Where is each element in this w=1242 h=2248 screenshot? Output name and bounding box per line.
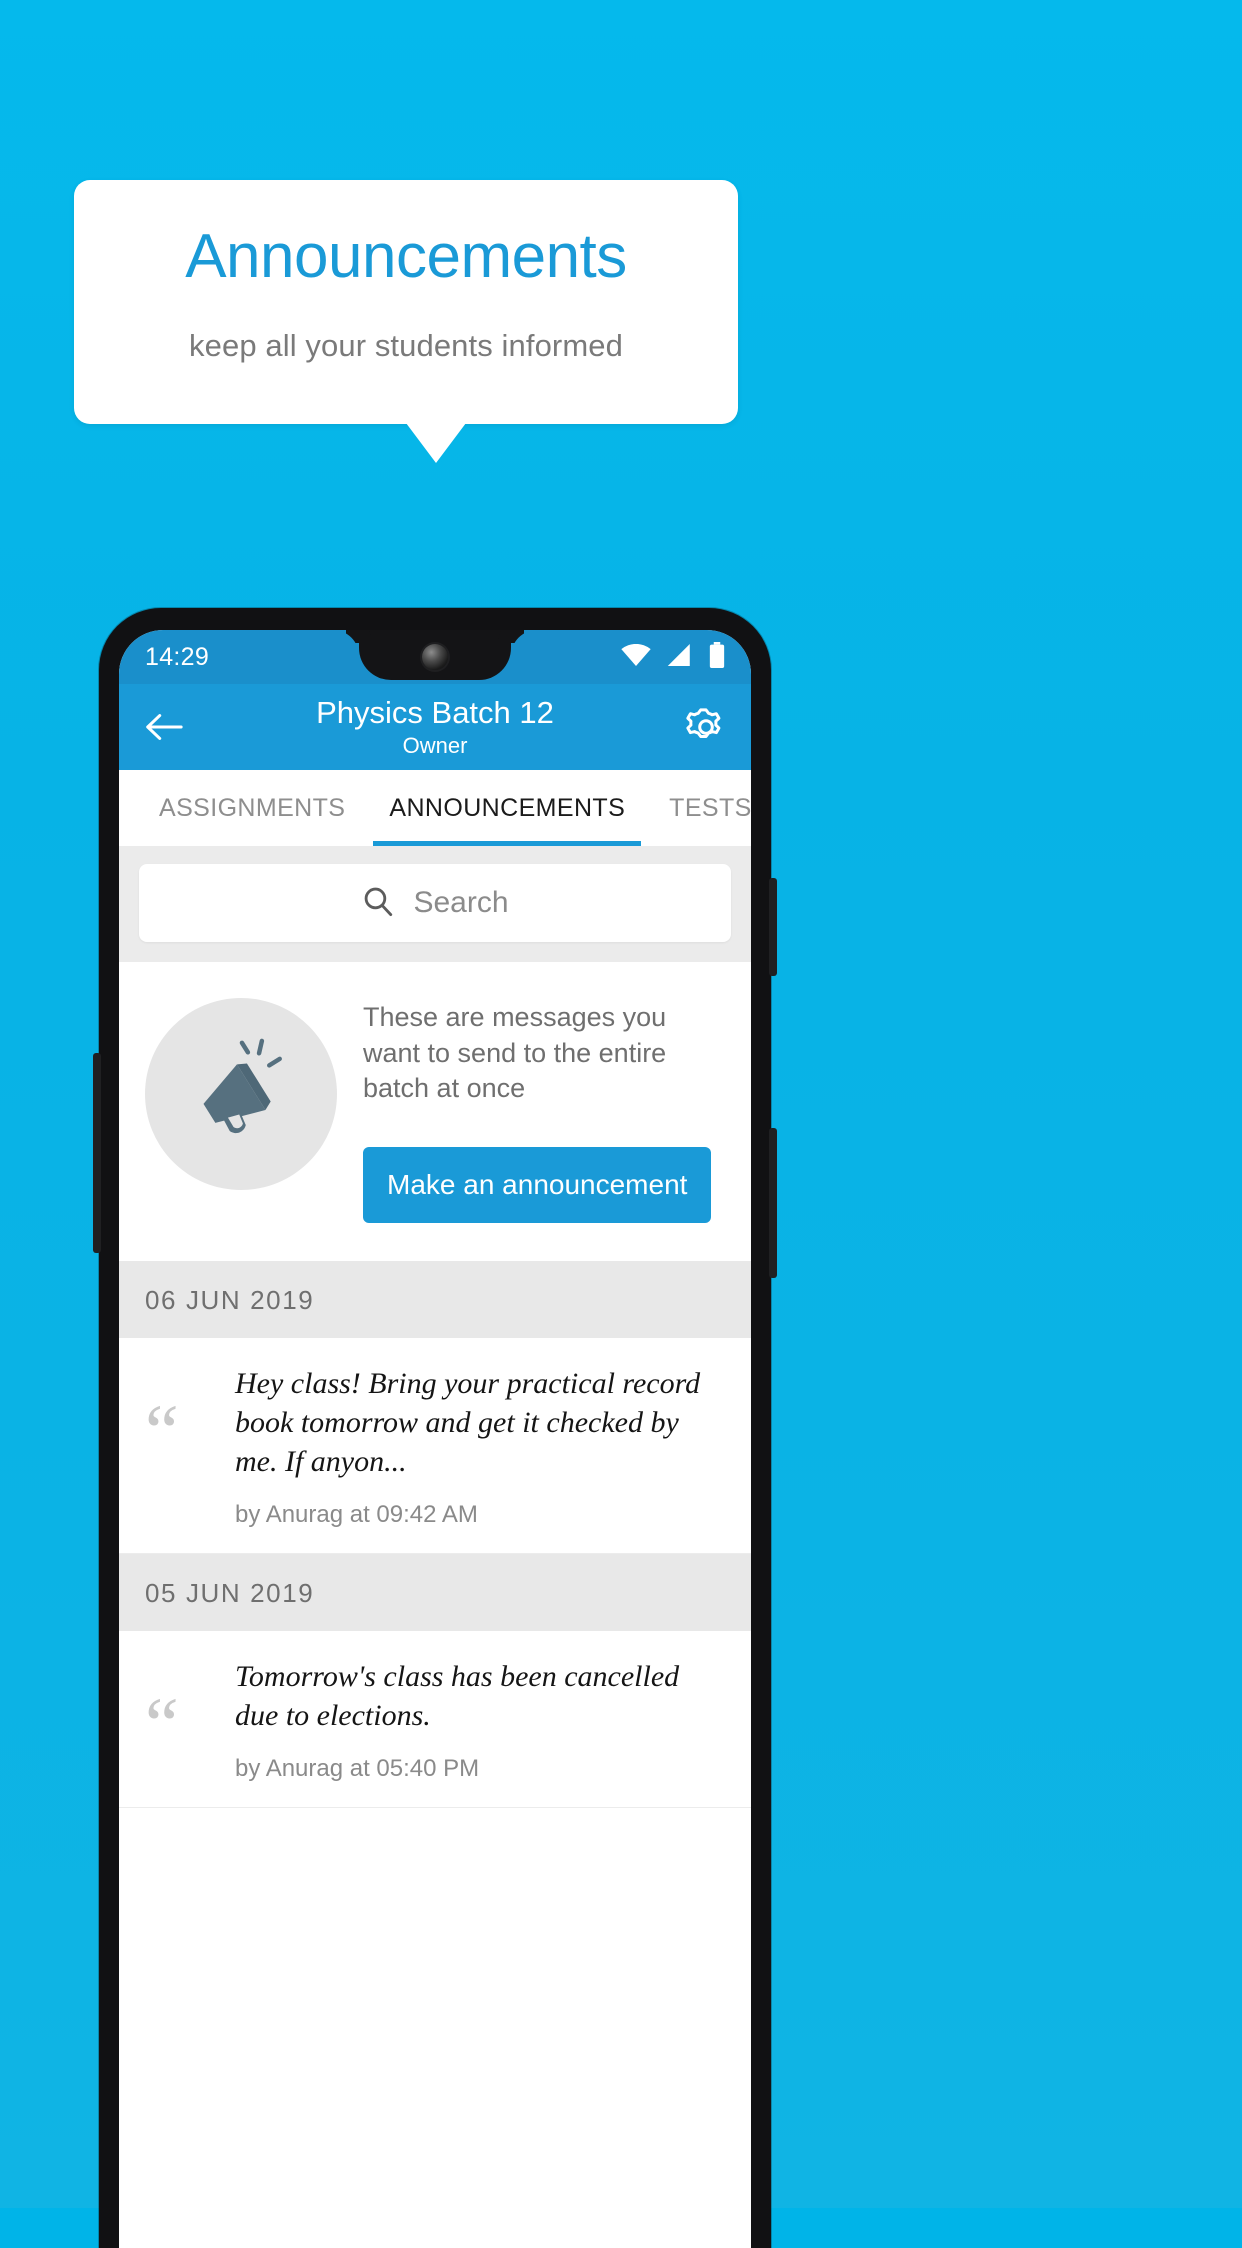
- announcement-body: Tomorrow's class has been cancelled due …: [231, 1657, 725, 1783]
- search-icon: [361, 884, 395, 923]
- speech-bubble-tail: [406, 423, 466, 463]
- announcement-body: Hey class! Bring your practical record b…: [231, 1364, 725, 1529]
- arrow-left-icon[interactable]: [141, 704, 187, 750]
- app-bar-titles: Physics Batch 12 Owner: [187, 694, 683, 758]
- page-subtitle: keep all your students informed: [189, 328, 623, 363]
- volume-button[interactable]: [769, 1128, 777, 1278]
- announcement-meta: by Anurag at 09:42 AM: [235, 1500, 478, 1528]
- quote-icon: “: [145, 1682, 179, 1767]
- make-announcement-button[interactable]: Make an announcement: [363, 1146, 712, 1223]
- batch-title: Physics Batch 12: [316, 694, 554, 730]
- search-placeholder: Search: [413, 886, 509, 919]
- status-icons: [621, 641, 725, 673]
- quote-icon: “: [145, 1389, 179, 1474]
- phone-screen: 14:29 Physics Batch 12 Owner ASSIGNMENTS…: [119, 630, 751, 2248]
- announcement-promo: These are messages you want to send to t…: [119, 962, 751, 1261]
- announcement-item[interactable]: “ Tomorrow's class has been cancelled du…: [119, 1630, 751, 1808]
- batch-role: Owner: [402, 732, 468, 758]
- power-button[interactable]: [769, 878, 777, 976]
- gear-icon[interactable]: [683, 704, 729, 750]
- megaphone-icon: [145, 998, 337, 1190]
- front-camera-icon: [422, 644, 448, 670]
- wifi-icon: [621, 643, 651, 671]
- page-title: Announcements: [185, 222, 627, 291]
- assistant-button[interactable]: [93, 1053, 101, 1253]
- announcement-text: Tomorrow's class has been cancelled due …: [235, 1659, 680, 1732]
- search-section: Search: [119, 846, 751, 962]
- phone-device: 14:29 Physics Batch 12 Owner ASSIGNMENTS…: [93, 608, 777, 2248]
- date-header: 05 JUN 2019: [119, 1553, 751, 1631]
- announcement-text: Hey class! Bring your practical record b…: [235, 1366, 701, 1478]
- tab-bar[interactable]: ASSIGNMENTS ANNOUNCEMENTS TESTS V: [119, 770, 751, 846]
- announcement-promo-text: These are messages you want to send to t…: [363, 1002, 667, 1104]
- cellular-signal-icon: [667, 643, 693, 671]
- announcement-meta: by Anurag at 05:40 PM: [235, 1754, 480, 1782]
- promo-card: Announcements keep all your students inf…: [74, 180, 738, 424]
- tab-tests[interactable]: TESTS: [647, 770, 751, 846]
- announcement-promo-body: These are messages you want to send to t…: [337, 992, 725, 1223]
- announcement-item[interactable]: “ Hey class! Bring your practical record…: [119, 1337, 751, 1554]
- status-bar: 14:29: [119, 630, 751, 684]
- tab-announcements[interactable]: ANNOUNCEMENTS: [367, 770, 647, 846]
- tab-assignments[interactable]: ASSIGNMENTS: [137, 770, 367, 846]
- status-time: 14:29: [145, 642, 210, 671]
- battery-icon: [709, 641, 725, 673]
- app-bar: Physics Batch 12 Owner: [119, 684, 751, 770]
- search-input[interactable]: Search: [139, 864, 731, 942]
- date-header: 06 JUN 2019: [119, 1260, 751, 1338]
